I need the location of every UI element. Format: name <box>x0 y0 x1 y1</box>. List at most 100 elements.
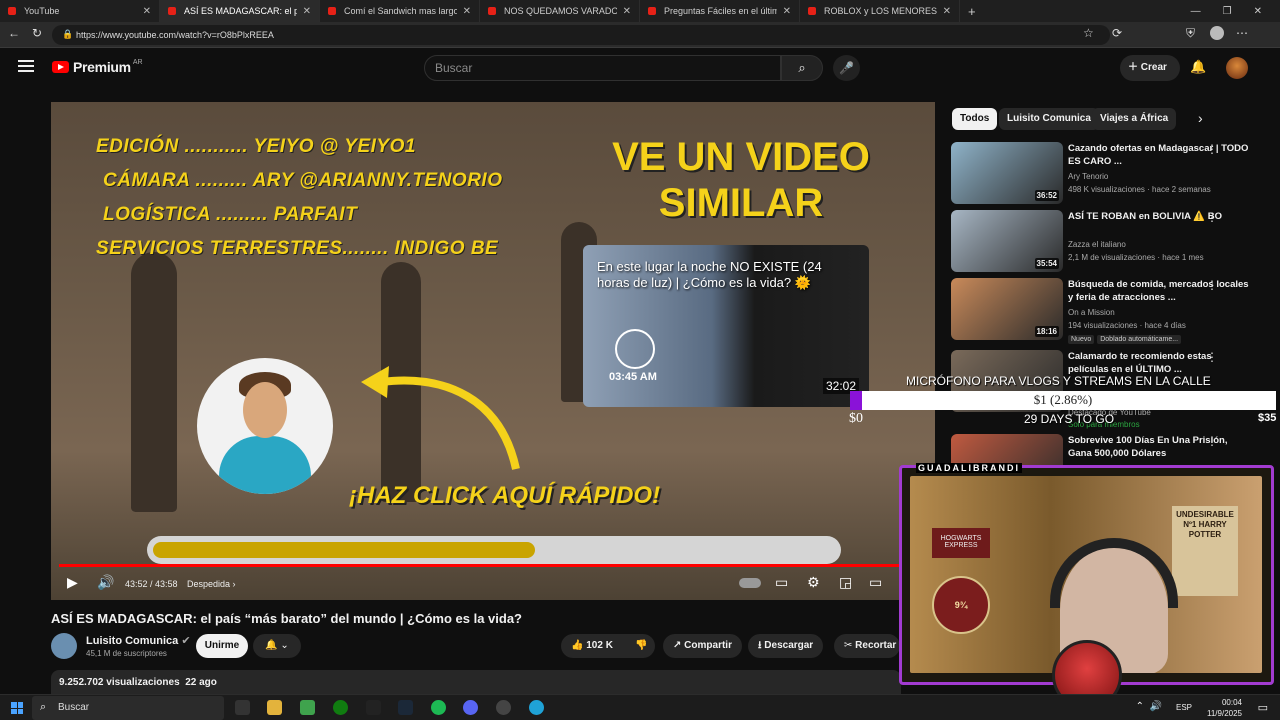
clip-button[interactable]: ✂ Recortar <box>834 634 900 658</box>
search-button[interactable]: ⌕ <box>781 55 823 81</box>
extensions-icon[interactable]: ⟳ <box>1112 26 1122 40</box>
time-display: 43:52 / 43:58 <box>125 579 178 589</box>
discord-icon[interactable] <box>463 700 478 715</box>
edge-browser-icon[interactable] <box>529 700 544 715</box>
close-window-icon[interactable]: ✕ <box>1254 6 1262 17</box>
volume-icon[interactable]: 🔊 <box>97 574 114 591</box>
description-box[interactable]: 9.252.702 visualizaciones 22 ago <box>51 670 901 696</box>
more-actions-icon[interactable]: ⋮ <box>1206 278 1218 292</box>
credit-line: LOGÍSTICA ......... PARFAIT <box>103 204 358 225</box>
app-icon[interactable] <box>300 700 315 715</box>
platform-sign: 9¾ <box>932 576 990 634</box>
close-tab-icon[interactable]: ✕ <box>143 6 151 17</box>
recommendation-item[interactable]: 35:54 ASÍ TE ROBAN en BOLIVIA ⚠️ BO Zazz… <box>951 210 1266 274</box>
notifications-icon[interactable]: ▭ <box>1258 701 1268 714</box>
xbox-icon[interactable] <box>333 700 348 715</box>
close-tab-icon[interactable]: ✕ <box>463 6 471 17</box>
verified-icon: ✔ <box>181 635 191 647</box>
windows-start-icon[interactable] <box>11 702 23 714</box>
close-tab-icon[interactable]: ✕ <box>943 6 951 17</box>
more-actions-icon[interactable]: ⋮ <box>1206 142 1218 156</box>
subtitles-icon[interactable]: ▭ <box>775 574 788 591</box>
system-clock[interactable]: 00:04 11/9/2025 <box>1207 697 1242 719</box>
taskbar-search[interactable]: Buscar <box>32 696 224 720</box>
profile-icon[interactable] <box>1210 26 1224 40</box>
search-icon: ⌕ <box>798 60 806 75</box>
browser-tab[interactable]: YouTube ✕ <box>0 0 160 22</box>
epic-games-icon[interactable] <box>366 700 381 715</box>
file-explorer-icon[interactable] <box>267 700 282 715</box>
browser-tab[interactable]: Preguntas Fáciles en el último pa✕ <box>640 0 800 22</box>
close-tab-icon[interactable]: ✕ <box>303 6 311 17</box>
account-avatar[interactable] <box>1226 57 1248 79</box>
recommendation-item[interactable]: 36:52 Cazando ofertas en Madagascar | TO… <box>951 142 1266 206</box>
share-icon: ↗ <box>673 640 682 651</box>
recommendation-item[interactable]: 18:16 Búsqueda de comida, mercados local… <box>951 278 1266 344</box>
more-actions-icon[interactable]: ⋮ <box>1206 350 1218 364</box>
video-thumbnail[interactable]: 35:54 <box>951 210 1063 272</box>
endscreen-promo-text: VE UN VIDEO SIMILAR <box>612 135 870 225</box>
refresh-icon[interactable]: ↻ <box>32 26 42 40</box>
like-button[interactable]: 👍 102 K <box>561 634 625 658</box>
youtube-favicon-icon <box>328 7 336 15</box>
browser-tab[interactable]: Comí el Sandwich mas largo del mundo✕ <box>320 0 480 22</box>
more-menu-icon[interactable]: ⋯ <box>1236 26 1248 40</box>
shield-icon[interactable]: ⛨ <box>1186 26 1195 41</box>
back-icon[interactable]: ← <box>8 26 20 40</box>
video-thumbnail[interactable]: 18:16 <box>951 278 1063 340</box>
headset-icon <box>1050 538 1178 608</box>
create-button[interactable]: ＋ Crear <box>1120 55 1180 81</box>
play-icon[interactable]: ▶ <box>67 574 78 591</box>
steam-icon[interactable] <box>398 700 413 715</box>
theater-mode-icon[interactable]: ▭ <box>869 574 882 591</box>
seek-bar[interactable] <box>59 564 927 567</box>
chip-all[interactable]: Todos <box>952 108 998 130</box>
goal-end: $35 <box>1258 412 1277 424</box>
video-thumbnail[interactable]: 36:52 <box>951 142 1063 204</box>
notification-bell-button[interactable]: 🔔 ⌄ <box>253 634 301 658</box>
youtube-logo[interactable]: Premium AR <box>52 59 143 75</box>
maximize-icon[interactable]: ❐ <box>1223 6 1232 17</box>
browser-tab-active[interactable]: ASÍ ES MADAGASCAR: el país “más barato”✕ <box>160 0 320 22</box>
channel-subscribe-endcard[interactable] <box>197 358 333 494</box>
task-view-icon[interactable] <box>235 700 250 715</box>
join-button[interactable]: Unirme <box>196 634 248 658</box>
minimize-icon[interactable]: — <box>1191 6 1201 17</box>
close-tab-icon[interactable]: ✕ <box>783 6 791 17</box>
windows-taskbar: Buscar ⌕ ⌃ 🔊 ESP 00:04 11/9/2025 ▭ <box>0 694 1280 720</box>
favorite-star-icon[interactable]: ☆ <box>1083 26 1094 40</box>
chevron-up-icon[interactable]: ⌃ <box>1136 701 1144 712</box>
browser-tab[interactable]: NOS QUEDAMOS VARADOS EN LA ISLA✕ <box>480 0 640 22</box>
new-tab-icon[interactable]: + <box>968 4 976 19</box>
spotify-icon[interactable] <box>431 700 446 715</box>
close-tab-icon[interactable]: ✕ <box>623 6 631 17</box>
chapter-button[interactable]: Despedida › <box>187 579 236 589</box>
language-indicator[interactable]: ESP <box>1176 703 1192 712</box>
channel-name[interactable]: Luisito Comunica ✔ <box>86 634 191 647</box>
autoplay-toggle[interactable] <box>739 578 761 588</box>
download-button[interactable]: ⭳ Descargar <box>748 634 824 658</box>
miniplayer-icon[interactable]: ◲ <box>839 574 852 591</box>
chip-africa[interactable]: Viajes a África <box>1092 108 1177 130</box>
search-input[interactable]: Buscar <box>424 55 781 81</box>
clock-icon <box>615 329 655 369</box>
menu-hamburger-icon[interactable] <box>18 60 34 74</box>
video-player[interactable]: EDICIÓN ........... YEIYO @ YEIYO1 CÁMAR… <box>51 102 935 600</box>
dislike-button[interactable]: 👎 <box>625 634 655 658</box>
more-actions-icon[interactable]: ⋮ <box>1206 210 1218 224</box>
browser-tab[interactable]: ROBLOX y LOS MENORES en PELIGRO✕ <box>800 0 960 22</box>
url-field[interactable]: https://www.youtube.com/watch?v=rO8bPlxR… <box>52 25 1110 45</box>
speaker-icon[interactable]: 🔊 <box>1150 701 1162 712</box>
credit-line: SERVICIOS TERRESTRES........ INDIGO BE <box>96 238 499 259</box>
obs-icon[interactable] <box>496 700 511 715</box>
more-actions-icon[interactable]: ⋮ <box>1206 434 1218 448</box>
chevron-right-icon[interactable]: › <box>1198 110 1203 126</box>
chip-channel[interactable]: Luisito Comunica <box>999 108 1099 130</box>
voice-search-mic-icon[interactable]: 🎤 <box>833 55 860 81</box>
settings-gear-icon[interactable]: ⚙ <box>807 574 820 591</box>
address-bar-row: ← ↻ https://www.youtube.com/watch?v=rO8b… <box>0 22 1280 48</box>
bell-icon: 🔔 <box>265 640 278 651</box>
channel-avatar[interactable] <box>51 633 77 659</box>
notifications-bell-icon[interactable]: 🔔 <box>1190 59 1206 75</box>
share-button[interactable]: ↗ Compartir <box>663 634 742 658</box>
